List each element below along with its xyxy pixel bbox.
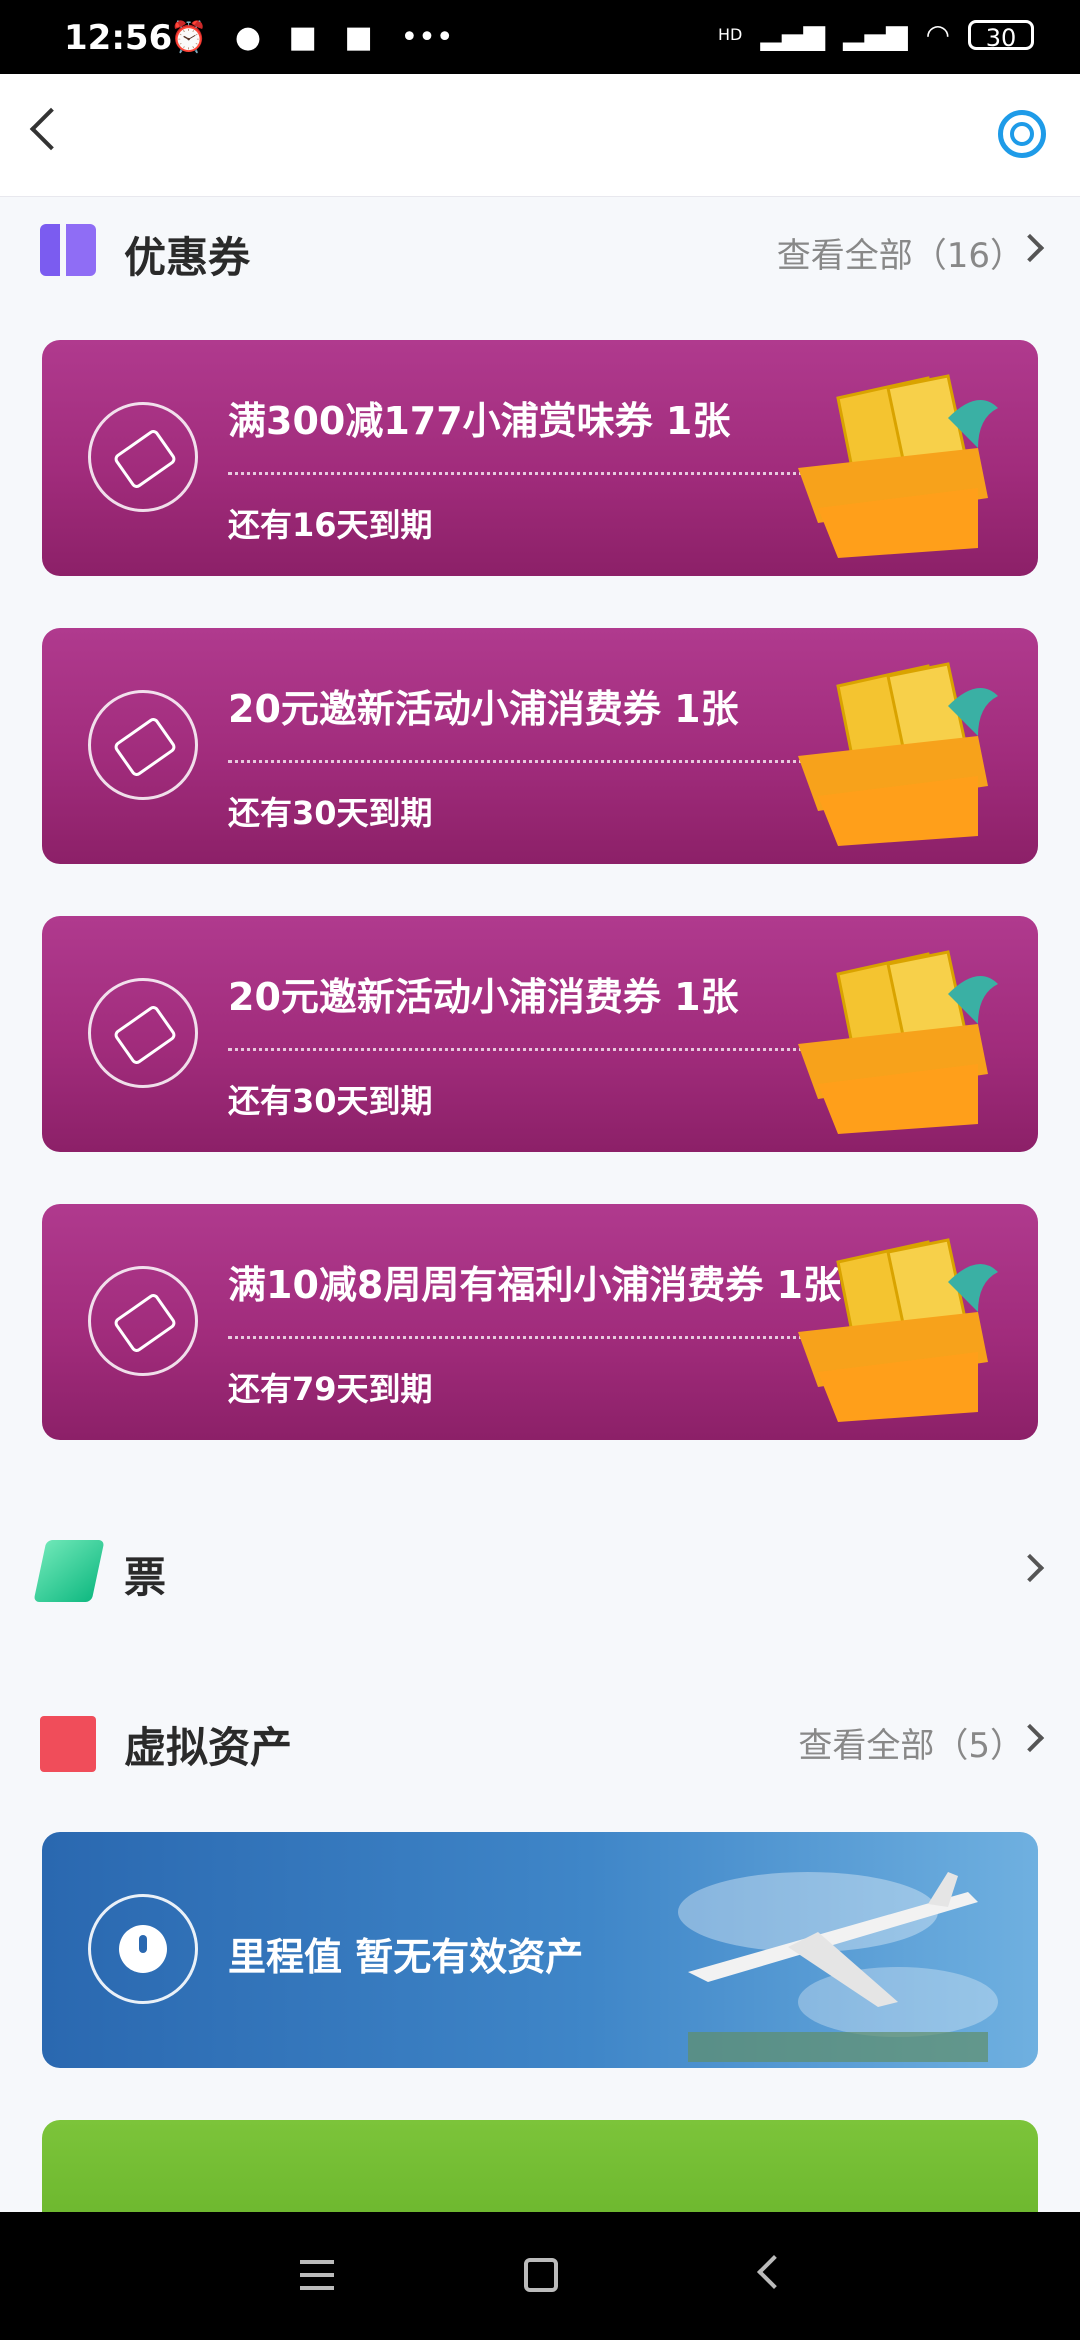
app-header [0, 74, 1080, 197]
coupon-card[interactable]: 满10减8周周有福利小浦消费券 1张 还有79天到期 [42, 1204, 1038, 1440]
coupon-card[interactable]: 20元邀新活动小浦消费券 1张 还有30天到期 [42, 628, 1038, 864]
view-all-assets-link[interactable]: 查看全部（5） [798, 1718, 1024, 1767]
more-notifications-icon: ••• [400, 20, 454, 55]
status-bar: 12:56 ⏰ ● ■ ■ ••• HD ▂▄▆ ▂▄▆ ◠ 30 [0, 0, 1080, 74]
coupon-icon-circle [88, 690, 198, 800]
mileage-icon [119, 1925, 167, 1973]
ticket-icon [112, 1291, 178, 1355]
mileage-icon-circle [88, 1894, 198, 2004]
battery-icon: 30 [968, 19, 1034, 52]
section-title: 优惠券 [124, 233, 251, 282]
view-all-coupons-link[interactable]: 查看全部（16） [777, 228, 1024, 277]
signal-icon: ▂▄▆ [760, 18, 825, 51]
assistant-ring-icon[interactable] [998, 110, 1046, 158]
status-time: 12:56 [64, 18, 173, 58]
virtual-assets-section-header: 虚拟资产 查看全部（5） [0, 1700, 1080, 1780]
virtual-asset-section-icon [40, 1716, 96, 1772]
section-title: 虚拟资产 [124, 1723, 293, 1772]
home-icon[interactable] [524, 2258, 558, 2292]
signal-icon: ▂▄▆ [842, 18, 908, 51]
airplane-illustration [678, 1872, 998, 2062]
coupons-section-header: 优惠券 查看全部（16） [0, 210, 1080, 290]
status-right: HD ▂▄▆ ▂▄▆ ◠ 30 [717, 18, 1034, 52]
ticket-icon [112, 1003, 178, 1067]
app-icon: ■ [344, 20, 373, 55]
system-nav-bar [0, 2212, 1080, 2340]
gift-box-illustration [798, 374, 998, 558]
coupon-expiry: 还有16天到期 [228, 506, 433, 544]
coupon-expiry: 还有30天到期 [228, 1082, 433, 1120]
menu-icon[interactable] [300, 2260, 334, 2290]
mileage-card[interactable]: 里程值 暂无有效资产 [42, 1832, 1038, 2068]
mileage-label: 里程值 暂无有效资产 [228, 1935, 584, 1979]
coupon-expiry: 还有79天到期 [228, 1370, 433, 1408]
coupon-title: 20元邀新活动小浦消费券 1张 [228, 687, 739, 731]
coupon-expiry: 还有30天到期 [228, 794, 433, 832]
alarm-icon: ⏰ [170, 20, 208, 55]
network-label: HD [717, 25, 743, 44]
back-arrow-icon[interactable] [29, 107, 73, 151]
coupon-title: 满300减177小浦赏味券 1张 [228, 399, 731, 443]
wechat-icon: ● [234, 20, 262, 55]
wifi-icon: ◠ [925, 18, 950, 51]
chevron-right-icon[interactable] [1015, 1553, 1045, 1583]
gift-box-illustration [798, 950, 998, 1134]
gift-box-illustration [798, 662, 998, 846]
coupon-card[interactable]: 满300减177小浦赏味券 1张 还有16天到期 [42, 340, 1038, 576]
coupon-section-icon [40, 224, 96, 276]
section-title: 票 [124, 1553, 167, 1602]
notification-icons: ⏰ ● ■ ■ ••• [170, 20, 472, 55]
coupon-icon-circle [88, 1266, 198, 1376]
tickets-row[interactable]: 票 [0, 1530, 1080, 1610]
coupon-title: 满10减8周周有福利小浦消费券 1张 [228, 1263, 841, 1307]
ticket-icon [112, 427, 178, 491]
back-icon[interactable] [757, 2255, 791, 2289]
coupon-card[interactable]: 20元邀新活动小浦消费券 1张 还有30天到期 [42, 916, 1038, 1152]
app-icon: ■ [288, 20, 317, 55]
ticket-section-icon [33, 1540, 105, 1602]
gift-box-illustration [798, 1238, 998, 1422]
coupon-title: 20元邀新活动小浦消费券 1张 [228, 975, 739, 1019]
ticket-icon [112, 715, 178, 779]
coupon-icon-circle [88, 402, 198, 512]
coupon-icon-circle [88, 978, 198, 1088]
